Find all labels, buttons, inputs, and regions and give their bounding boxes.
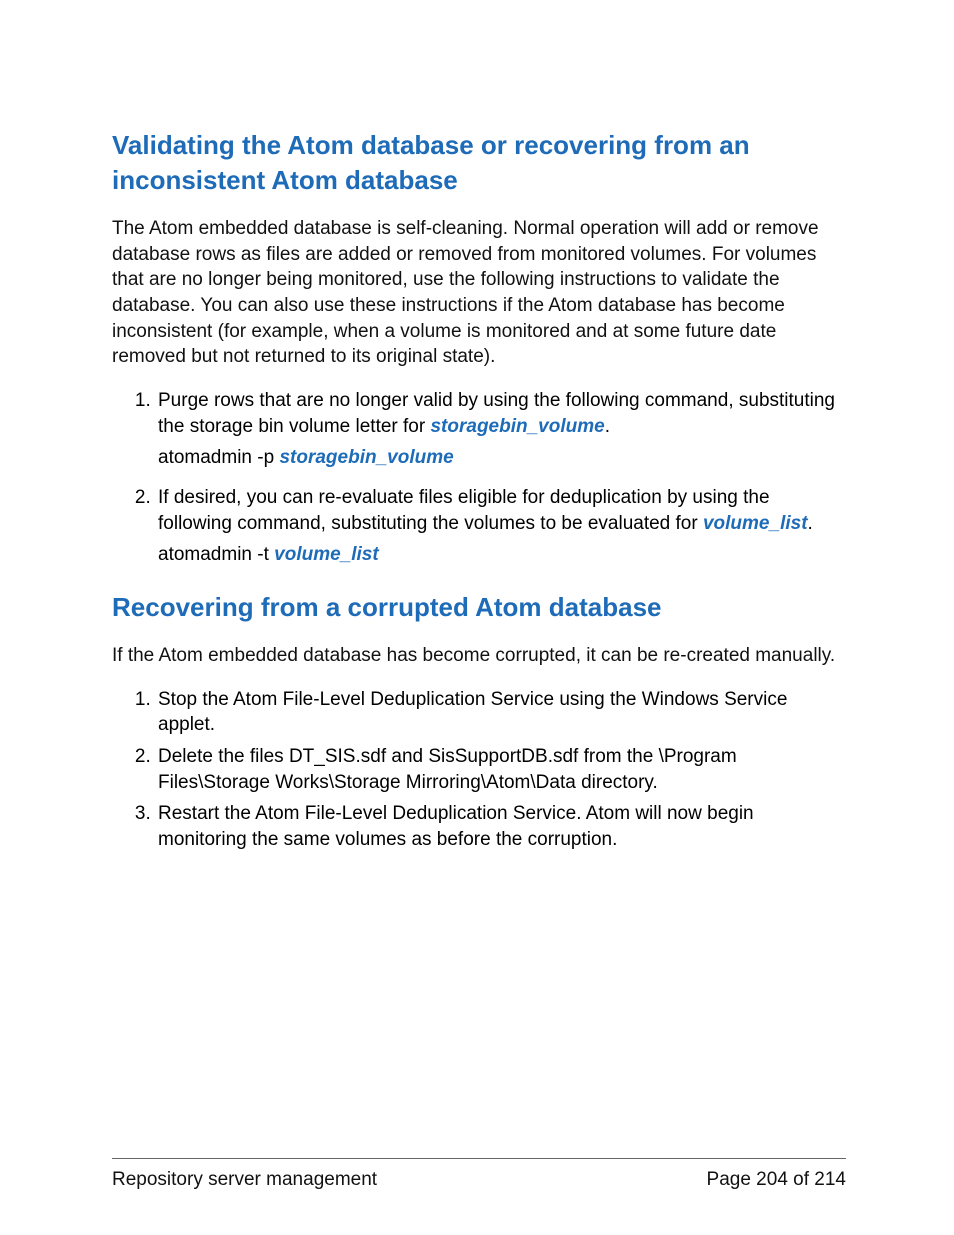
step1-param: storagebin_volume (430, 416, 604, 437)
section2-steps: Stop the Atom File-Level Deduplication S… (112, 687, 846, 853)
step2-param: volume_list (703, 513, 808, 534)
section1-steps: Purge rows that are no longer valid by u… (112, 388, 846, 568)
cmd1-param: storagebin_volume (279, 447, 453, 468)
command-1: atomadmin -p storagebin_volume (158, 445, 846, 471)
cmd2-param: volume_list (274, 544, 379, 565)
section2-intro: If the Atom embedded database has become… (112, 643, 846, 669)
step1-post: . (605, 416, 610, 437)
footer-left: Repository server management (112, 1169, 377, 1191)
cmd1-pre: atomadmin -p (158, 447, 279, 468)
section1-intro: The Atom embedded database is self-clean… (112, 216, 846, 370)
footer-right: Page 204 of 214 (707, 1169, 846, 1191)
document-page: Validating the Atom database or recoveri… (0, 0, 954, 1235)
page-footer: Repository server management Page 204 of… (112, 1158, 846, 1191)
section2-step2: Delete the files DT_SIS.sdf and SisSuppo… (156, 744, 846, 795)
section2-step1: Stop the Atom File-Level Deduplication S… (156, 687, 846, 738)
section1-heading: Validating the Atom database or recoveri… (112, 128, 846, 198)
cmd2-pre: atomadmin -t (158, 544, 274, 565)
section2-heading: Recovering from a corrupted Atom databas… (112, 590, 846, 625)
step2-post: . (808, 513, 813, 534)
section1-step1: Purge rows that are no longer valid by u… (156, 388, 846, 471)
command-2: atomadmin -t volume_list (158, 542, 846, 568)
footer-rule (112, 1158, 846, 1159)
footer-row: Repository server management Page 204 of… (112, 1169, 846, 1191)
step2-pre: If desired, you can re-evaluate files el… (158, 487, 770, 534)
section1-step2: If desired, you can re-evaluate files el… (156, 485, 846, 568)
section2-step3: Restart the Atom File-Level Deduplicatio… (156, 801, 846, 852)
